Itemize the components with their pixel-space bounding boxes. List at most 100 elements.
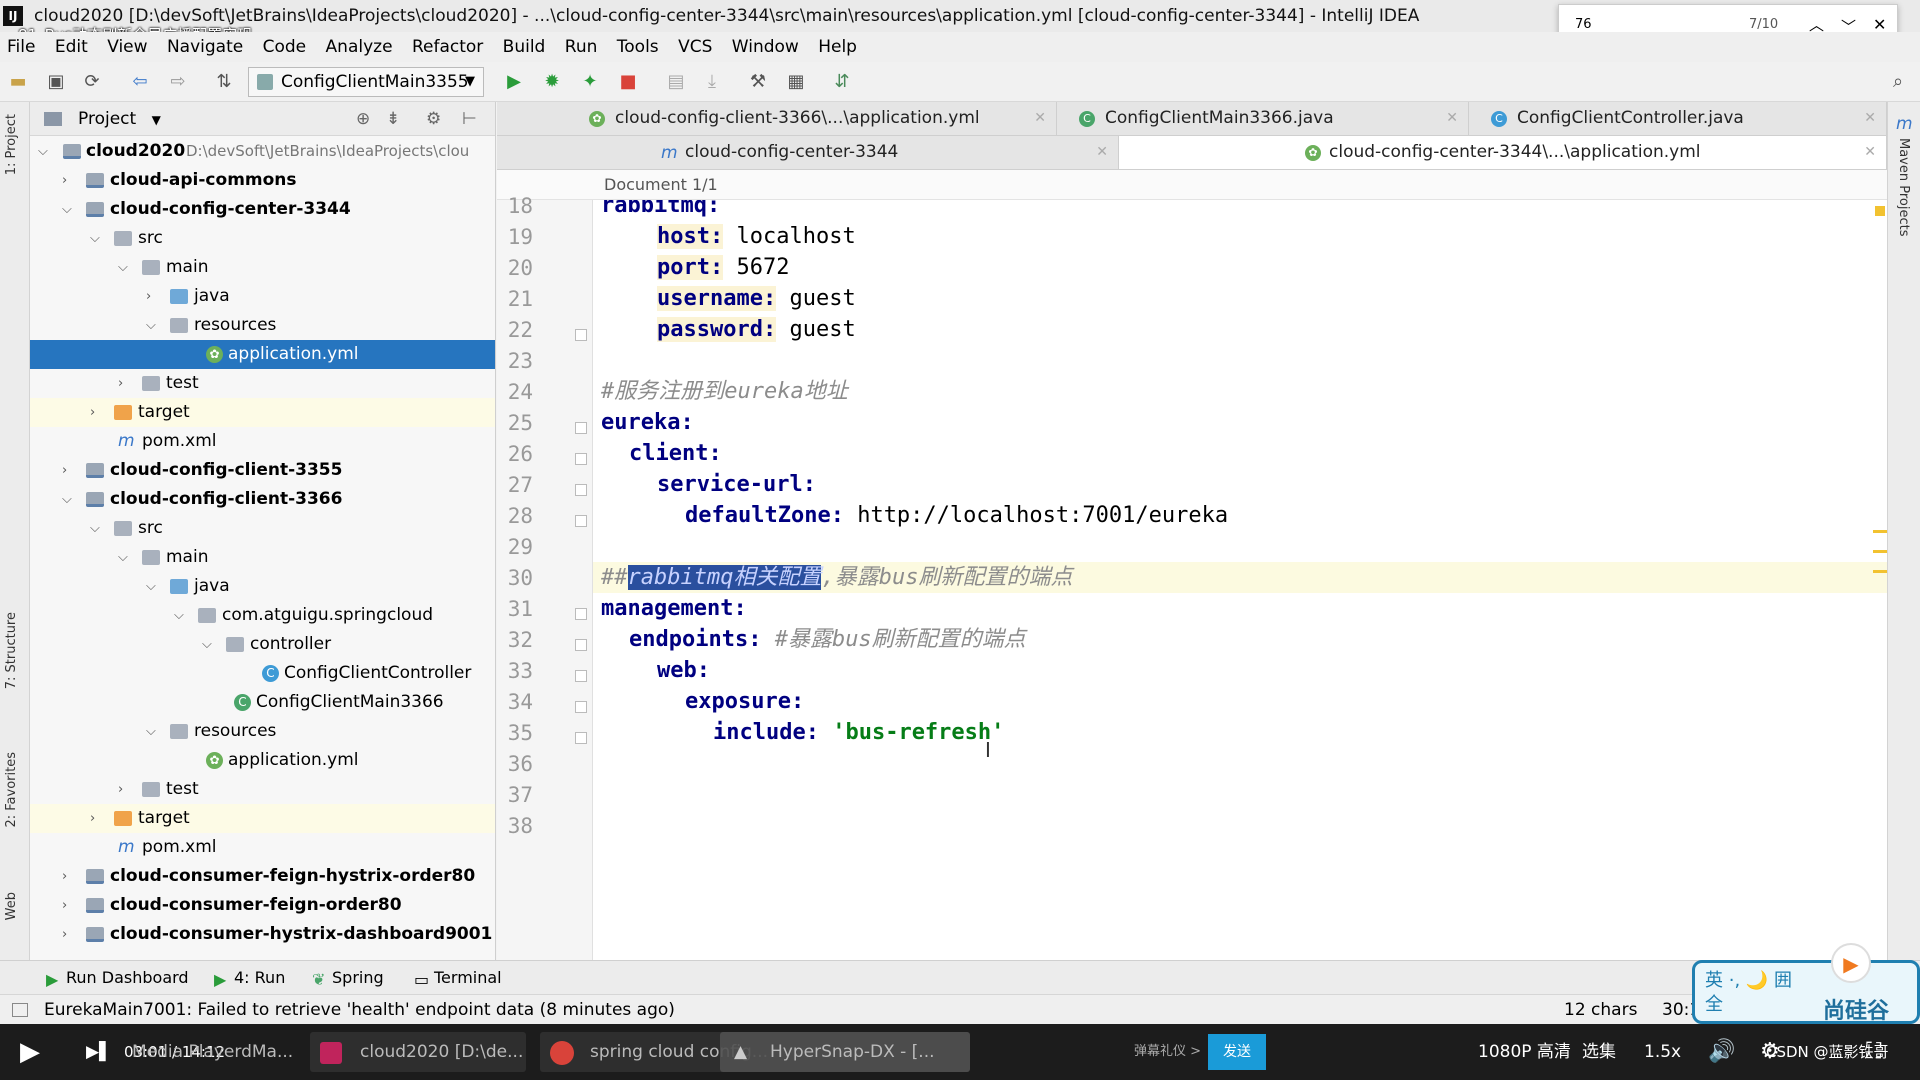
update-app-icon[interactable]: ▤ (664, 70, 688, 94)
project-panel-title[interactable]: Project (78, 109, 136, 129)
episodes-button[interactable]: 选集 (1582, 1024, 1616, 1080)
fold-marker-icon[interactable] (575, 422, 587, 434)
chevron-down-icon[interactable]: ⌵ (118, 253, 128, 282)
chevron-right-icon[interactable]: › (90, 804, 95, 833)
menu-build[interactable]: Build (496, 32, 553, 62)
chevron-down-icon[interactable]: ▼ (152, 113, 161, 127)
inspection-indicator-icon[interactable] (1875, 206, 1885, 216)
fold-marker-icon[interactable] (575, 329, 587, 341)
vcs-icon[interactable]: ⇵ (830, 70, 854, 94)
chevron-right-icon[interactable]: › (146, 282, 151, 311)
menu-view[interactable]: View (100, 32, 154, 62)
run-tool-button[interactable]: ▶ 4: Run (214, 961, 285, 995)
tree-node-resources[interactable]: ⌵ resources (30, 311, 495, 340)
fold-marker-icon[interactable] (575, 701, 587, 713)
tree-node-pom-xml[interactable]: m pom.xml (30, 833, 495, 862)
breadcrumb-document[interactable]: Document 1/1 (604, 175, 718, 194)
coverage-icon[interactable]: ✦ (578, 70, 602, 94)
tab-web[interactable]: Web (4, 892, 19, 920)
chevron-down-icon[interactable]: ⌵ (174, 601, 184, 630)
menu-file[interactable]: File (0, 32, 42, 62)
tab-structure[interactable]: 7: Structure (4, 612, 19, 689)
tree-node-controller[interactable]: ⌵ controller (30, 630, 495, 659)
tree-node-package[interactable]: ⌵ com.atguigu.springcloud (30, 601, 495, 630)
tree-node-application-yml-selected[interactable]: ✿ application.yml (30, 340, 495, 369)
chevron-down-icon[interactable]: ⌵ (118, 543, 128, 572)
run-configuration-select[interactable]: ConfigClientMain3355 ▼ (248, 67, 484, 97)
search-everywhere-icon[interactable]: ⌕ (1886, 70, 1910, 94)
chevron-right-icon[interactable]: › (62, 456, 67, 485)
deploy-icon[interactable]: ⤓ (700, 70, 724, 94)
chevron-down-icon[interactable]: ⌵ (202, 630, 212, 659)
tab-project[interactable]: 1: Project (4, 114, 19, 175)
tree-node-main[interactable]: ⌵ main (30, 543, 495, 572)
tab-client-3366-application-yml[interactable]: ✿ cloud-config-client-3366\...\applicati… (567, 102, 1057, 135)
toggle-panels-icon[interactable] (12, 1003, 28, 1017)
chevron-down-icon[interactable]: ⌵ (146, 311, 156, 340)
tree-node-application-yml[interactable]: ✿ application.yml (30, 746, 495, 775)
send-danmaku-button[interactable]: 发送 (1208, 1034, 1266, 1070)
tab-config-center-3344-pom[interactable]: m cloud-config-center-3344 ✕ (497, 136, 1119, 169)
tab-maven-projects[interactable]: Maven Projects (1896, 138, 1911, 237)
chevron-down-icon[interactable]: ⌵ (90, 514, 100, 543)
project-structure-icon[interactable]: ⚒ (746, 70, 770, 94)
danmaku-etiquette-link[interactable]: 弹幕礼仪 > (1134, 1024, 1201, 1080)
stop-icon[interactable]: ■ (616, 70, 640, 94)
fold-marker-icon[interactable] (575, 608, 587, 620)
chevron-down-icon[interactable]: ⌵ (90, 224, 100, 253)
volume-icon[interactable]: 🔊 (1708, 1024, 1735, 1080)
fold-marker-icon[interactable] (575, 515, 587, 527)
debug-icon[interactable]: ✹ (540, 70, 564, 94)
chevron-down-icon[interactable]: ⌵ (146, 572, 156, 601)
terminal-tool-button[interactable]: ▭ Terminal (414, 961, 502, 995)
tree-node-configclientmain3366[interactable]: C ConfigClientMain3366 (30, 688, 495, 717)
taskbar-hypersnap[interactable]: ▲ HyperSnap-DX - [... (720, 1032, 970, 1072)
status-message[interactable]: EurekaMain7001: Failed to retrieve 'heal… (44, 995, 675, 1025)
chevron-right-icon[interactable]: › (62, 166, 67, 195)
tab-favorites[interactable]: 2: Favorites (4, 752, 19, 828)
tree-node-java[interactable]: › java (30, 282, 495, 311)
save-all-icon[interactable]: ▣ (44, 70, 68, 94)
sync-icon[interactable]: ⟳ (80, 70, 104, 94)
tree-node-cloud-config-client-3366[interactable]: ⌵ cloud-config-client-3366 (30, 485, 495, 514)
tab-config-center-3344-application-yml-active[interactable]: ✿ cloud-config-center-3344\...\applicati… (1119, 136, 1887, 169)
hide-panel-icon[interactable]: ⊢ (462, 102, 477, 136)
menu-help[interactable]: Help (811, 32, 864, 62)
build-icon[interactable]: ⇅ (212, 70, 236, 94)
tree-node-cloud-api-commons[interactable]: › cloud-api-commons (30, 166, 495, 195)
tree-node-cloud-config-client-3355[interactable]: › cloud-config-client-3355 (30, 456, 495, 485)
tab-configclientmain3366[interactable]: C ConfigClientMain3366.java ✕ (1057, 102, 1469, 135)
menu-window[interactable]: Window (725, 32, 806, 62)
close-icon[interactable]: ✕ (1096, 136, 1108, 169)
tree-node-cloud-config-center-3344[interactable]: ⌵ cloud-config-center-3344 (30, 195, 495, 224)
back-icon[interactable]: ⇦ (128, 70, 152, 94)
tree-node-main[interactable]: ⌵ main (30, 253, 495, 282)
tree-node-src[interactable]: ⌵ src (30, 224, 495, 253)
tree-node-test[interactable]: › test (30, 369, 495, 398)
open-folder-icon[interactable]: ▬ (6, 70, 30, 94)
tree-node-configclientcontroller[interactable]: C ConfigClientController (30, 659, 495, 688)
code-editor[interactable]: rabbitmq: host: localhost port: 5672 use… (593, 200, 1887, 960)
chevron-down-icon[interactable]: ⌵ (62, 485, 72, 514)
locate-icon[interactable]: ⊕ (356, 102, 370, 136)
fold-marker-icon[interactable] (575, 453, 587, 465)
menu-refactor[interactable]: Refactor (405, 32, 490, 62)
menu-vcs[interactable]: VCS (671, 32, 719, 62)
chevron-down-icon[interactable]: ⌵ (38, 137, 48, 166)
speed-select[interactable]: 1.5x (1644, 1024, 1681, 1080)
chevron-down-icon[interactable]: ⌵ (146, 717, 156, 746)
tree-node-src[interactable]: ⌵ src (30, 514, 495, 543)
taskbar-intellij[interactable]: cloud2020 [D:\de... (310, 1032, 526, 1072)
run-dashboard-button[interactable]: ▶ Run Dashboard (46, 961, 189, 995)
chevron-right-icon[interactable]: › (62, 891, 67, 920)
play-pause-icon[interactable]: ▶ (20, 1024, 40, 1080)
tree-node-java[interactable]: ⌵ java (30, 572, 495, 601)
run-icon[interactable]: ▶ (502, 70, 526, 94)
close-icon[interactable]: ✕ (1034, 102, 1046, 135)
find-input[interactable]: 76 (1575, 17, 1592, 32)
spring-tool-button[interactable]: ❦ Spring (312, 961, 384, 995)
fold-marker-icon[interactable] (575, 639, 587, 651)
gear-icon[interactable]: ⚙ (426, 102, 441, 136)
tree-node-test[interactable]: › test (30, 775, 495, 804)
forward-icon[interactable]: ⇨ (166, 70, 190, 94)
